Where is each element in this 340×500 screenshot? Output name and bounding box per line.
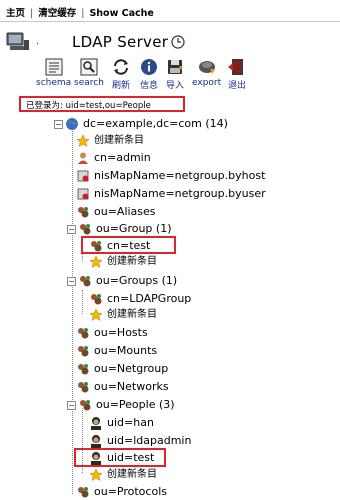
- ou-icon: [78, 487, 89, 498]
- globe-icon: [66, 118, 78, 130]
- tree-connector: [82, 290, 83, 314]
- groups-collapse-toggle[interactable]: −: [67, 277, 76, 286]
- root-collapse-toggle[interactable]: −: [54, 120, 63, 129]
- entry-icon: [77, 188, 89, 200]
- ou-icon: [80, 400, 91, 411]
- group-icon: [91, 241, 102, 252]
- person-icon: [91, 435, 101, 448]
- ou-icon: [78, 328, 89, 339]
- group-icon: [91, 294, 102, 305]
- ou-icon: [80, 276, 91, 287]
- person-icon: [91, 417, 101, 430]
- people-collapse-toggle[interactable]: −: [67, 401, 76, 410]
- tree-connector: [72, 131, 73, 494]
- ou-icon: [78, 207, 89, 218]
- star-icon: [89, 255, 103, 269]
- ou-icon: [78, 364, 89, 375]
- ou-icon: [80, 224, 91, 235]
- ou-icon: [78, 382, 89, 393]
- group-collapse-toggle[interactable]: −: [67, 225, 76, 234]
- star-icon: [89, 468, 103, 482]
- star-icon: [76, 134, 90, 148]
- ldap-tree: − dc=example,dc=com (14) 创建新条目 cn=admin …: [54, 117, 266, 498]
- star-icon: [89, 308, 103, 322]
- person-icon: [91, 452, 101, 465]
- user-icon: [78, 152, 88, 164]
- ou-icon: [78, 346, 89, 357]
- entry-icon: [77, 170, 89, 182]
